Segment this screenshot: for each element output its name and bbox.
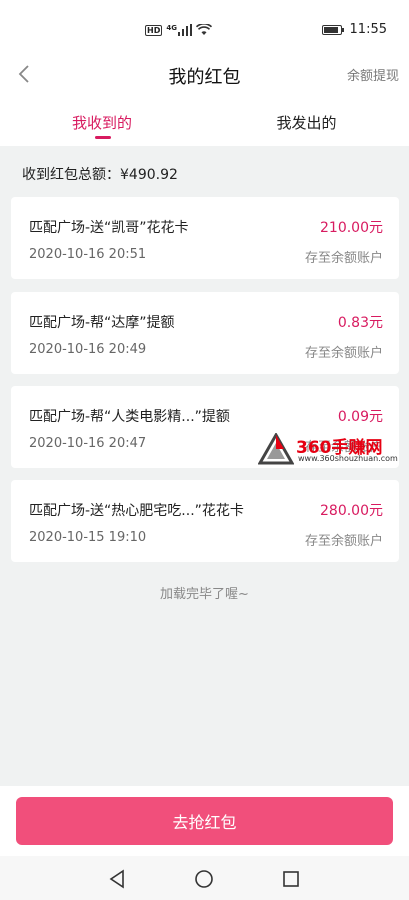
signal-label: 4G: [166, 24, 177, 32]
load-complete-text: 加载完毕了喔~: [160, 587, 249, 602]
total-received: 收到红包总额：¥490.92: [22, 167, 178, 183]
record-title: 匹配广场-送“凯哥”花花卡: [29, 220, 189, 236]
watermark: 360手赚网 www.360shouzhuan.com: [258, 433, 408, 467]
back-arrow-icon: [18, 65, 29, 83]
system-nav-bar: [0, 856, 409, 900]
record-time: 2020-10-16 20:49: [29, 342, 147, 357]
record-status: 存至余额账户: [304, 534, 383, 549]
grab-red-packet-button[interactable]: 去抢红包: [16, 797, 393, 845]
watermark-logo: [258, 433, 294, 465]
battery-level: [323, 26, 338, 33]
record-amount: 0.09元: [337, 409, 383, 425]
tab-bar: 我收到的 我发出的: [0, 98, 409, 146]
bottom-action-bar: 去抢红包: [0, 786, 409, 856]
record-amount: 0.83元: [337, 315, 383, 331]
record-title: 匹配广场-送“热心肥宅吃...”花花卡: [29, 503, 244, 519]
record-time: 2020-10-15 19:10: [29, 530, 147, 545]
watermark-url: www.360shouzhuan.com: [298, 454, 398, 463]
nav-back-button[interactable]: [106, 868, 128, 890]
wifi-icon: [195, 21, 213, 40]
record-amount: 210.00元: [320, 220, 383, 236]
record-status: 存至余额账户: [304, 251, 383, 266]
nav-recents-icon: [283, 871, 299, 887]
tab-sent[interactable]: 我发出的: [204, 112, 409, 133]
record-title: 匹配广场-帮“人类电影精...”提额: [29, 409, 230, 425]
withdraw-link[interactable]: 余额提现: [347, 65, 399, 84]
nav-recents-button[interactable]: [280, 868, 302, 890]
hd-badge: HD: [145, 24, 163, 36]
back-button[interactable]: [12, 60, 36, 88]
record-status: 存至余额账户: [304, 346, 383, 361]
active-tab-indicator: [95, 136, 111, 139]
record-amount: 280.00元: [320, 503, 383, 519]
nav-home-button[interactable]: [193, 868, 215, 890]
status-icons: HD 4G: [145, 21, 213, 40]
nav-home-icon: [195, 870, 213, 888]
list-item[interactable]: 匹配广场-帮“达摩”提额 0.83元 2020-10-16 20:49 存至余额…: [11, 292, 399, 374]
navbar: 我的红包 余额提现: [0, 50, 409, 98]
status-time: 11:55: [349, 22, 387, 37]
battery-icon: [321, 24, 344, 35]
status-bar: HD 4G 11:55: [0, 0, 409, 50]
list-item[interactable]: 匹配广场-送“凯哥”花花卡 210.00元 2020-10-16 20:51 存…: [11, 197, 399, 279]
record-time: 2020-10-16 20:47: [29, 436, 147, 451]
record-time: 2020-10-16 20:51: [29, 247, 147, 262]
nav-back-icon: [109, 869, 124, 889]
status-right: 11:55: [321, 22, 387, 37]
list-item[interactable]: 匹配广场-送“热心肥宅吃...”花花卡 280.00元 2020-10-15 1…: [11, 480, 399, 562]
signal-icon: 4G: [166, 24, 192, 36]
record-title: 匹配广场-帮“达摩”提额: [29, 315, 175, 331]
tab-received[interactable]: 我收到的: [0, 112, 204, 133]
